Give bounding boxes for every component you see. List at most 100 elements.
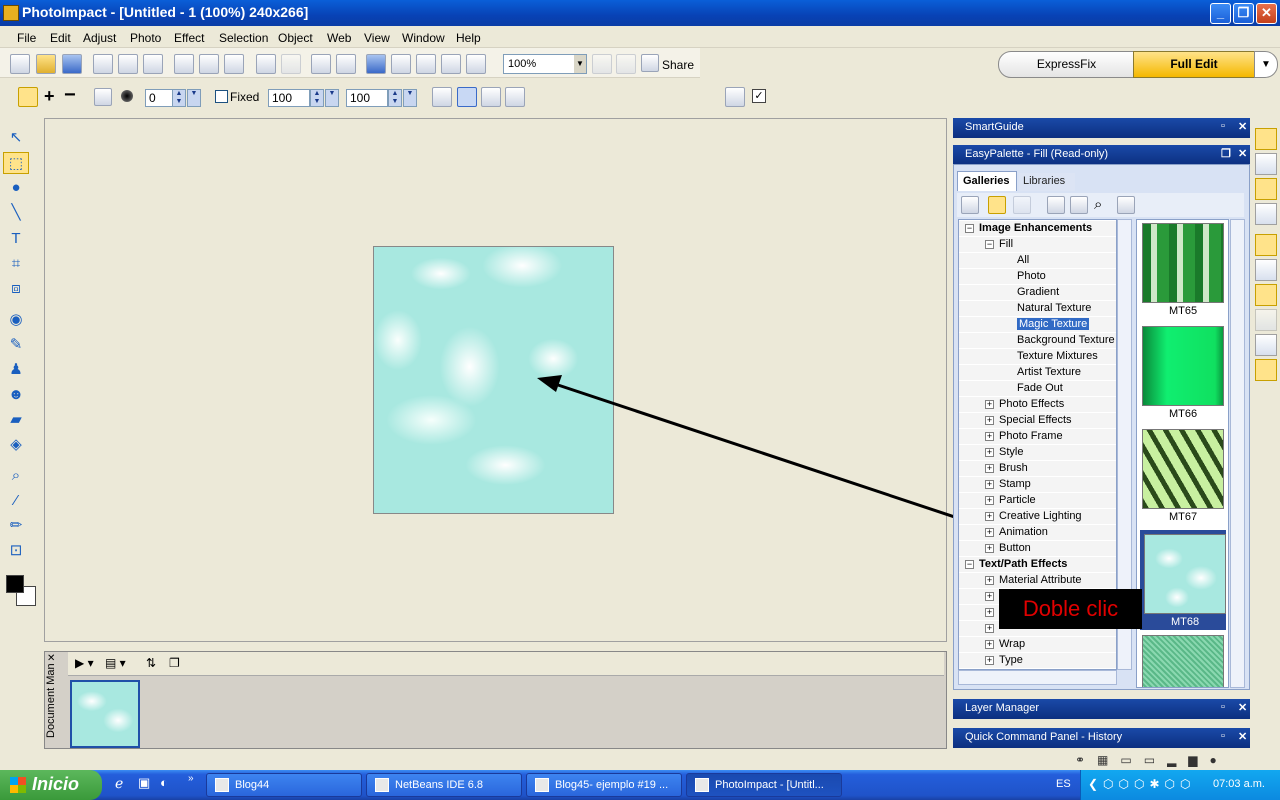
- play-panel-toggle-icon[interactable]: [1255, 284, 1277, 306]
- tree-item[interactable]: + Material Attribute: [959, 573, 1116, 589]
- gallery-thumbnail[interactable]: MT65: [1140, 221, 1226, 321]
- tree-item[interactable]: Artist Texture: [959, 365, 1116, 381]
- tree-item[interactable]: Texture Mixtures: [959, 349, 1116, 365]
- image-panel-toggle-icon[interactable]: [1255, 334, 1277, 356]
- tree-item[interactable]: + Particle: [959, 493, 1116, 509]
- tree-item[interactable]: Fade Out: [959, 381, 1116, 397]
- expand-icon[interactable]: +: [985, 480, 994, 489]
- close-icon[interactable]: ✕: [47, 653, 55, 664]
- collapse-icon[interactable]: −: [965, 224, 974, 233]
- expand-icon[interactable]: +: [985, 576, 994, 585]
- properties-icon[interactable]: ❐: [169, 656, 180, 670]
- layout-toggle-icon[interactable]: [1255, 259, 1277, 281]
- expand-icon[interactable]: +: [985, 544, 994, 553]
- close-icon[interactable]: ✕: [1238, 701, 1247, 714]
- tab-galleries[interactable]: Galleries: [957, 171, 1017, 191]
- tree-item[interactable]: − Fill: [959, 237, 1116, 253]
- expand-icon[interactable]: +: [985, 512, 994, 521]
- play-icon[interactable]: ▶ ▾: [75, 656, 94, 670]
- tree-item[interactable]: + Type: [959, 653, 1116, 669]
- expand-icon[interactable]: +: [985, 448, 994, 457]
- expand-icon[interactable]: +: [985, 592, 994, 601]
- expand-icon[interactable]: +: [985, 608, 994, 617]
- task-blog45[interactable]: Blog45- ejemplo #19 ...: [526, 773, 682, 797]
- expand-icon[interactable]: +: [985, 528, 994, 537]
- tree-item[interactable]: − Text/Path Effects: [959, 557, 1116, 573]
- gallery-thumbnail[interactable]: MT68: [1140, 530, 1226, 630]
- view-mode-icon[interactable]: ▤ ▾: [105, 656, 126, 670]
- panel-float-icon[interactable]: ▫: [1221, 701, 1225, 713]
- close-icon[interactable]: ✕: [1238, 147, 1247, 160]
- quick-launch-desktop-icon[interactable]: ▣: [138, 775, 150, 791]
- collapse-icon[interactable]: −: [985, 240, 994, 249]
- tree-item[interactable]: + Special Effects: [959, 413, 1116, 429]
- expand-icon[interactable]: +: [985, 400, 994, 409]
- panel-float-icon[interactable]: ▫: [1221, 730, 1225, 742]
- tree-item[interactable]: + Style: [959, 445, 1116, 461]
- tab-libraries[interactable]: Libraries: [1019, 173, 1075, 191]
- tree-view-icon[interactable]: [988, 196, 1006, 214]
- expand-icon[interactable]: +: [985, 624, 994, 633]
- language-indicator[interactable]: ES: [1056, 778, 1071, 790]
- expand-icon[interactable]: +: [985, 640, 994, 649]
- layer-manager-panel-header[interactable]: Layer Manager: [953, 699, 1250, 719]
- task-photoimpact[interactable]: PhotoImpact - [Untitl...: [686, 773, 842, 797]
- expand-icon[interactable]: +: [985, 496, 994, 505]
- status-bar-icons[interactable]: ⚭▦▭▭▂▆●: [1075, 753, 1229, 767]
- tree-item[interactable]: + Wrap: [959, 637, 1116, 653]
- tray-icons[interactable]: ❮⬡⬡⬡✱⬡⬡: [1088, 777, 1196, 791]
- document-manager-toggle-icon[interactable]: [1255, 234, 1277, 256]
- photo-icon[interactable]: [1070, 196, 1088, 214]
- tree-item[interactable]: − Image Enhancements: [959, 221, 1116, 237]
- tree-item[interactable]: + Photo Frame: [959, 429, 1116, 445]
- panel-float-icon[interactable]: ▫: [1221, 120, 1225, 132]
- smartguide-toggle-icon[interactable]: [1255, 128, 1277, 150]
- tree-item[interactable]: Magic Texture: [959, 317, 1116, 333]
- tree-horizontal-scrollbar[interactable]: [958, 670, 1117, 685]
- sort-icon[interactable]: ⇅: [146, 656, 156, 670]
- tree-item[interactable]: Background Texture: [959, 333, 1116, 349]
- quick-launch-media-icon[interactable]: ◐: [160, 775, 168, 790]
- expand-icon[interactable]: +: [985, 432, 994, 441]
- task-netbeans[interactable]: NetBeans IDE 6.8: [366, 773, 522, 797]
- tree-item[interactable]: Gradient: [959, 285, 1116, 301]
- tree-item[interactable]: + Creative Lighting: [959, 509, 1116, 525]
- expand-icon[interactable]: +: [985, 656, 994, 665]
- tree-item[interactable]: Natural Texture: [959, 301, 1116, 317]
- close-icon[interactable]: ✕: [1238, 120, 1247, 133]
- thumbnail-image: [1142, 223, 1224, 303]
- search-icon[interactable]: ⌕: [1094, 196, 1102, 213]
- tree-item[interactable]: + Photo Effects: [959, 397, 1116, 413]
- copy-gallery-icon[interactable]: [1117, 196, 1135, 214]
- tree-item[interactable]: All: [959, 253, 1116, 269]
- document-thumbnail[interactable]: [70, 680, 140, 748]
- gallery-thumbnail[interactable]: MT67: [1140, 427, 1226, 527]
- gallery-thumbnail[interactable]: [1140, 633, 1226, 687]
- tree-item[interactable]: Photo: [959, 269, 1116, 285]
- layer-manager-toggle-icon[interactable]: [1255, 153, 1277, 175]
- collapse-icon[interactable]: −: [965, 560, 974, 569]
- thumbnail-scrollbar[interactable]: [1230, 219, 1245, 688]
- properties-icon[interactable]: [1047, 196, 1065, 214]
- gallery-home-icon[interactable]: [961, 196, 979, 214]
- tree-item[interactable]: + Animation: [959, 525, 1116, 541]
- gallery-thumbnail[interactable]: MT66: [1140, 324, 1226, 424]
- hand-icon[interactable]: [1013, 196, 1031, 214]
- expand-icon[interactable]: +: [985, 416, 994, 425]
- tree-item[interactable]: + Button: [959, 541, 1116, 557]
- blank-panel-icon[interactable]: [1255, 309, 1277, 331]
- quick-command-panel-header[interactable]: Quick Command Panel - History: [953, 728, 1250, 748]
- task-blog44[interactable]: Blog44: [206, 773, 362, 797]
- tree-item[interactable]: + Stamp: [959, 477, 1116, 493]
- panel-float-icon[interactable]: ❐: [1221, 147, 1231, 160]
- easypalette-panel-header[interactable]: EasyPalette - Fill (Read-only): [953, 145, 1250, 165]
- tree-item[interactable]: + Brush: [959, 461, 1116, 477]
- expand-icon[interactable]: +: [985, 464, 994, 473]
- help-icon[interactable]: [1255, 359, 1277, 381]
- smartguide-panel-header[interactable]: SmartGuide: [953, 118, 1250, 138]
- quick-launch-ie-icon[interactable]: ℯ: [115, 775, 123, 792]
- quick-command-toggle-icon[interactable]: [1255, 203, 1277, 225]
- easypalette-toggle-icon[interactable]: [1255, 178, 1277, 200]
- quick-launch-more-icon[interactable]: »: [188, 773, 194, 784]
- close-icon[interactable]: ✕: [1238, 730, 1247, 743]
